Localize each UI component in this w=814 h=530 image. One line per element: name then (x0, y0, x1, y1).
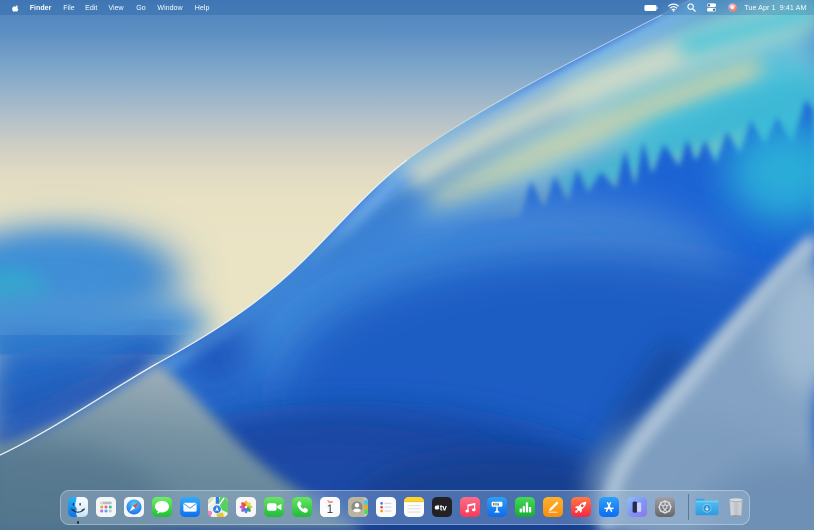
svg-text:tv: tv (439, 503, 447, 512)
svg-text:1: 1 (326, 504, 332, 516)
